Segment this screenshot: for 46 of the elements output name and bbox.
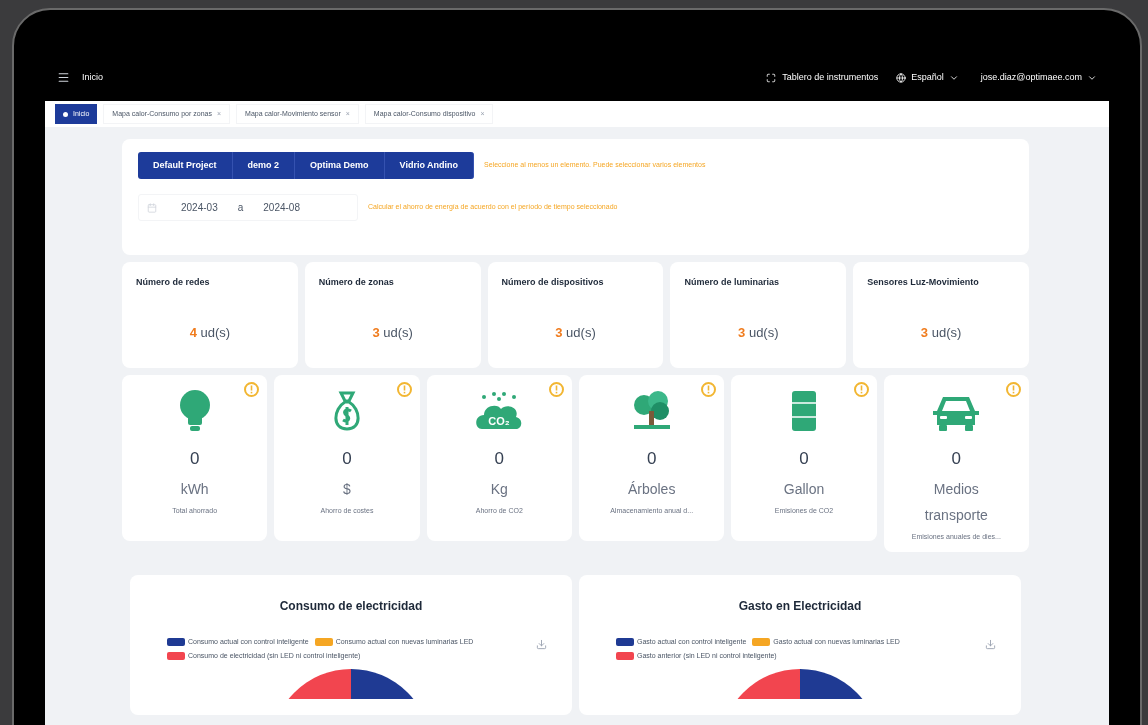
- stat-value: 3 ud(s): [555, 323, 596, 342]
- menu-icon[interactable]: [57, 71, 70, 84]
- impact-value: 0: [494, 448, 505, 470]
- date-range-field[interactable]: 2024-03 a 2024-08: [138, 194, 358, 221]
- impact-unit: Gallon: [782, 479, 826, 499]
- stat-value: 3 ud(s): [738, 323, 779, 342]
- stat-label: Número de luminarias: [684, 276, 780, 289]
- breadcrumb: Inicio: [82, 70, 103, 84]
- project-toggle[interactable]: demo 2: [232, 152, 296, 179]
- chart-title: Gasto en Electricidad: [738, 598, 862, 615]
- fullscreen-icon: [766, 72, 777, 83]
- project-toggle[interactable]: Vidrio Andino: [384, 152, 475, 179]
- info-icon[interactable]: [549, 382, 564, 397]
- impact-value: 0: [189, 448, 200, 470]
- language-dropdown[interactable]: Español: [896, 70, 959, 85]
- impact-value: 0: [342, 448, 352, 470]
- stat-value: 4 ud(s): [189, 323, 231, 342]
- info-icon[interactable]: [1006, 382, 1021, 397]
- impact-unit: kWh: [179, 479, 210, 499]
- project-toggle[interactable]: Default Project: [138, 152, 233, 179]
- stat-label: Número de zonas: [318, 276, 395, 289]
- globe-icon: [896, 72, 907, 83]
- user-dropdown[interactable]: jose.diaz@optimaee.com: [980, 70, 1097, 85]
- impact-unit: $: [342, 479, 352, 499]
- info-icon[interactable]: [701, 382, 717, 397]
- info-icon[interactable]: [396, 382, 412, 397]
- impact-unit: Medios transporte: [923, 479, 989, 525]
- impact-unit: Árboles: [626, 479, 677, 499]
- stat-value: 3 ud(s): [372, 323, 413, 342]
- download-icon[interactable]: [985, 639, 996, 650]
- stat-label: Número de dispositivos: [501, 276, 605, 289]
- impact-value: 0: [799, 448, 809, 470]
- stat-value: 3 ud(s): [920, 323, 962, 342]
- impact-value: 0: [951, 448, 962, 470]
- dashboard-link[interactable]: Tablero de instrumentos: [766, 70, 879, 85]
- stat-label: Número de redes: [136, 276, 211, 289]
- stat-label: Sensores Luz-Movimiento: [867, 276, 980, 289]
- download-icon[interactable]: [536, 639, 547, 650]
- project-toggle[interactable]: Optima Demo: [295, 152, 385, 179]
- impact-value: 0: [646, 448, 657, 470]
- info-icon[interactable]: [853, 382, 869, 397]
- impact-unit: Kg: [489, 479, 509, 499]
- chart-title: Consumo de electricidad: [279, 598, 423, 615]
- calendar-icon: [147, 202, 157, 213]
- barrel-icon: [789, 389, 819, 433]
- info-icon[interactable]: [244, 382, 260, 397]
